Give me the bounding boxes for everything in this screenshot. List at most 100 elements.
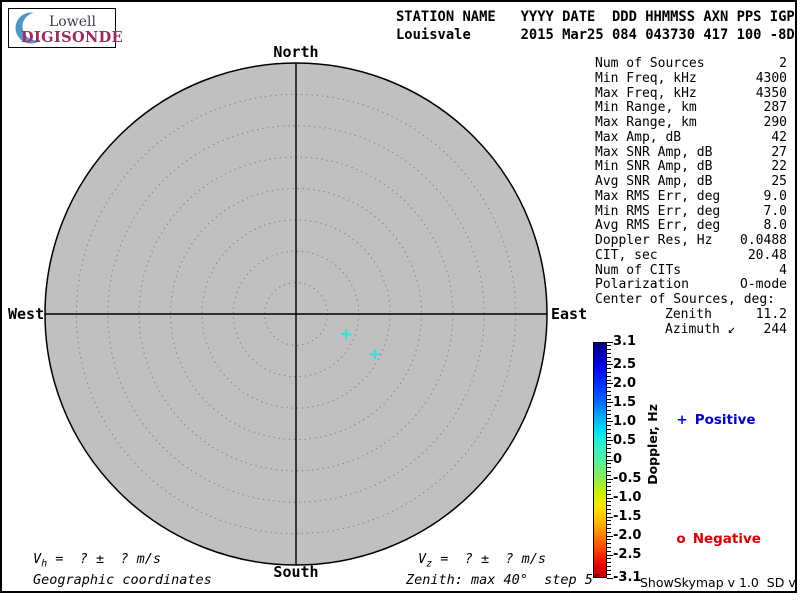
colorbar-minor-tick bbox=[607, 470, 611, 472]
colorbar-minor-tick bbox=[607, 528, 611, 530]
colorbar-tick-label: -0.5 bbox=[613, 471, 642, 487]
info-row: Zenith 11.2 bbox=[595, 306, 787, 323]
vz-value: = ? ± ? m/s bbox=[432, 551, 546, 567]
legend-positive: + Positive bbox=[667, 396, 755, 428]
legend-negative-label: Negative bbox=[692, 531, 761, 547]
info-value: 2 bbox=[779, 56, 787, 71]
colorbar-minor-tick bbox=[607, 474, 611, 476]
vh-symbol: V bbox=[33, 551, 42, 567]
colorbar-minor-tick bbox=[607, 508, 611, 510]
info-value: 0.0488 bbox=[740, 233, 787, 248]
colorbar-tick-label: 1.5 bbox=[613, 394, 637, 410]
info-value: 287 bbox=[763, 100, 787, 116]
info-row: Max Amp, dB 42 bbox=[595, 129, 787, 146]
station-header: STATION NAME YYYY DATE DDD HHMMSS AXN PP… bbox=[396, 8, 795, 44]
colorbar-minor-tick bbox=[607, 569, 611, 571]
colorbar-minor-tick bbox=[607, 501, 611, 503]
info-label: Max SNR Amp, dB bbox=[595, 144, 713, 160]
info-row: Max Freq, kHz 4350 bbox=[595, 85, 787, 102]
info-label: Center of Sources, deg: bbox=[595, 292, 776, 307]
colorbar-tick-label: 1.0 bbox=[613, 413, 637, 429]
info-label: Avg RMS Err, deg bbox=[595, 218, 721, 234]
plus-marker-icon: + bbox=[676, 412, 688, 428]
colorbar-minor-tick bbox=[607, 566, 611, 568]
colorbar-tick-label: -3.1 bbox=[613, 570, 642, 585]
colorbar-minor-tick bbox=[607, 573, 611, 575]
colorbar-minor-tick bbox=[607, 539, 611, 541]
colorbar-minor-tick bbox=[607, 489, 611, 491]
info-row: Center of Sources, deg: bbox=[595, 292, 787, 308]
colorbar-tick-label: 2.0 bbox=[613, 375, 637, 391]
info-value: 4 bbox=[779, 262, 787, 278]
colorbar-tick-label: -2.5 bbox=[613, 547, 642, 563]
colorbar-minor-tick bbox=[607, 512, 611, 514]
vz-symbol: V bbox=[418, 551, 427, 567]
colorbar-minor-tick bbox=[607, 558, 611, 560]
header-columns-line: STATION NAME YYYY DATE DDD HHMMSS AXN PP… bbox=[396, 9, 795, 25]
info-value: 11.2 bbox=[755, 306, 787, 322]
header-values-line: Louisvale 2015 Mar25 084 043730 417 100 … bbox=[396, 27, 795, 43]
colorbar-minor-tick bbox=[607, 444, 611, 446]
info-value: 4350 bbox=[755, 85, 787, 101]
colorbar-minor-tick bbox=[607, 550, 611, 552]
compass-north-label: North bbox=[273, 43, 319, 61]
colorbar-minor-tick bbox=[607, 520, 611, 522]
circle-marker-icon: o bbox=[676, 531, 686, 547]
colorbar-minor-tick bbox=[607, 451, 611, 453]
info-row: Max SNR Amp, dB 27 bbox=[595, 144, 787, 161]
info-label: Avg SNR Amp, dB bbox=[595, 174, 713, 189]
colorbar-minor-tick bbox=[607, 467, 611, 469]
colorbar-minor-tick bbox=[607, 432, 611, 434]
info-label: Max RMS Err, deg bbox=[595, 188, 721, 204]
colorbar-minor-tick bbox=[607, 505, 611, 507]
info-value: 4300 bbox=[755, 70, 787, 86]
info-value: 7.0 bbox=[763, 203, 787, 219]
colorbar-minor-tick bbox=[607, 425, 611, 427]
info-value: 9.0 bbox=[763, 188, 787, 204]
info-label: Min SNR Amp, dB bbox=[595, 159, 713, 175]
colorbar-minor-tick bbox=[607, 368, 611, 370]
colorbar-minor-tick bbox=[607, 463, 611, 465]
colorbar-minor-tick bbox=[607, 398, 611, 400]
info-row: Min RMS Err, deg 7.0 bbox=[595, 203, 787, 220]
info-label: Polarization bbox=[595, 277, 689, 293]
info-label: Min Freq, kHz bbox=[595, 70, 697, 86]
colorbar-tick-label: 3.1 bbox=[613, 334, 637, 349]
info-label: Min Range, km bbox=[595, 100, 697, 116]
info-value: O-mode bbox=[740, 277, 787, 293]
colorbar-minor-tick bbox=[607, 410, 611, 412]
colorbar-minor-tick bbox=[607, 387, 611, 389]
lowell-digisonde-logo: Lowell DIGISONDE bbox=[8, 8, 123, 48]
info-row: Avg SNR Amp, dB 25 bbox=[595, 174, 787, 190]
colorbar-minor-tick bbox=[607, 455, 611, 457]
colorbar-minor-tick bbox=[607, 417, 611, 419]
info-row: Min SNR Amp, dB 22 bbox=[595, 159, 787, 175]
colorbar-minor-tick bbox=[607, 379, 611, 381]
colorbar-minor-tick bbox=[607, 413, 611, 415]
colorbar-tick-label: 0 bbox=[613, 452, 623, 467]
info-label: Max Freq, kHz bbox=[595, 85, 697, 101]
colorbar-minor-tick bbox=[607, 345, 611, 347]
software-version: ShowSkymap v 1.0 SD v 5.1 bbox=[640, 575, 800, 590]
colorbar-minor-tick bbox=[607, 547, 611, 549]
colorbar-minor-tick bbox=[607, 371, 611, 373]
info-row: CIT, sec 20.48 bbox=[595, 247, 787, 264]
colorbar-minor-tick bbox=[607, 531, 611, 533]
info-label: Max Amp, dB bbox=[595, 129, 682, 145]
zenith-range-note: Zenith: max 40° step 5° bbox=[406, 572, 602, 588]
colorbar-axis-title: Doppler, Hz bbox=[645, 404, 660, 485]
info-label: CIT, sec bbox=[595, 247, 658, 263]
compass-west-label: West bbox=[8, 305, 45, 323]
info-label: Min RMS Err, deg bbox=[595, 203, 721, 219]
colorbar-minor-tick bbox=[607, 436, 611, 438]
colorbar-minor-tick bbox=[607, 390, 611, 392]
info-row: Num of CITs 4 bbox=[595, 262, 787, 279]
logo-brand-digisonde: DIGISONDE bbox=[21, 29, 124, 46]
colorbar-minor-tick bbox=[607, 406, 611, 408]
vertical-velocity-readout: Vz = ? ± ? m/s bbox=[418, 551, 546, 570]
colorbar-minor-tick bbox=[607, 482, 611, 484]
coordinate-system-note: Geographic coordinates bbox=[33, 572, 212, 588]
info-row: Max RMS Err, deg 9.0 bbox=[595, 188, 787, 205]
info-value: 25 bbox=[771, 174, 787, 189]
colorbar-minor-tick bbox=[607, 448, 611, 450]
